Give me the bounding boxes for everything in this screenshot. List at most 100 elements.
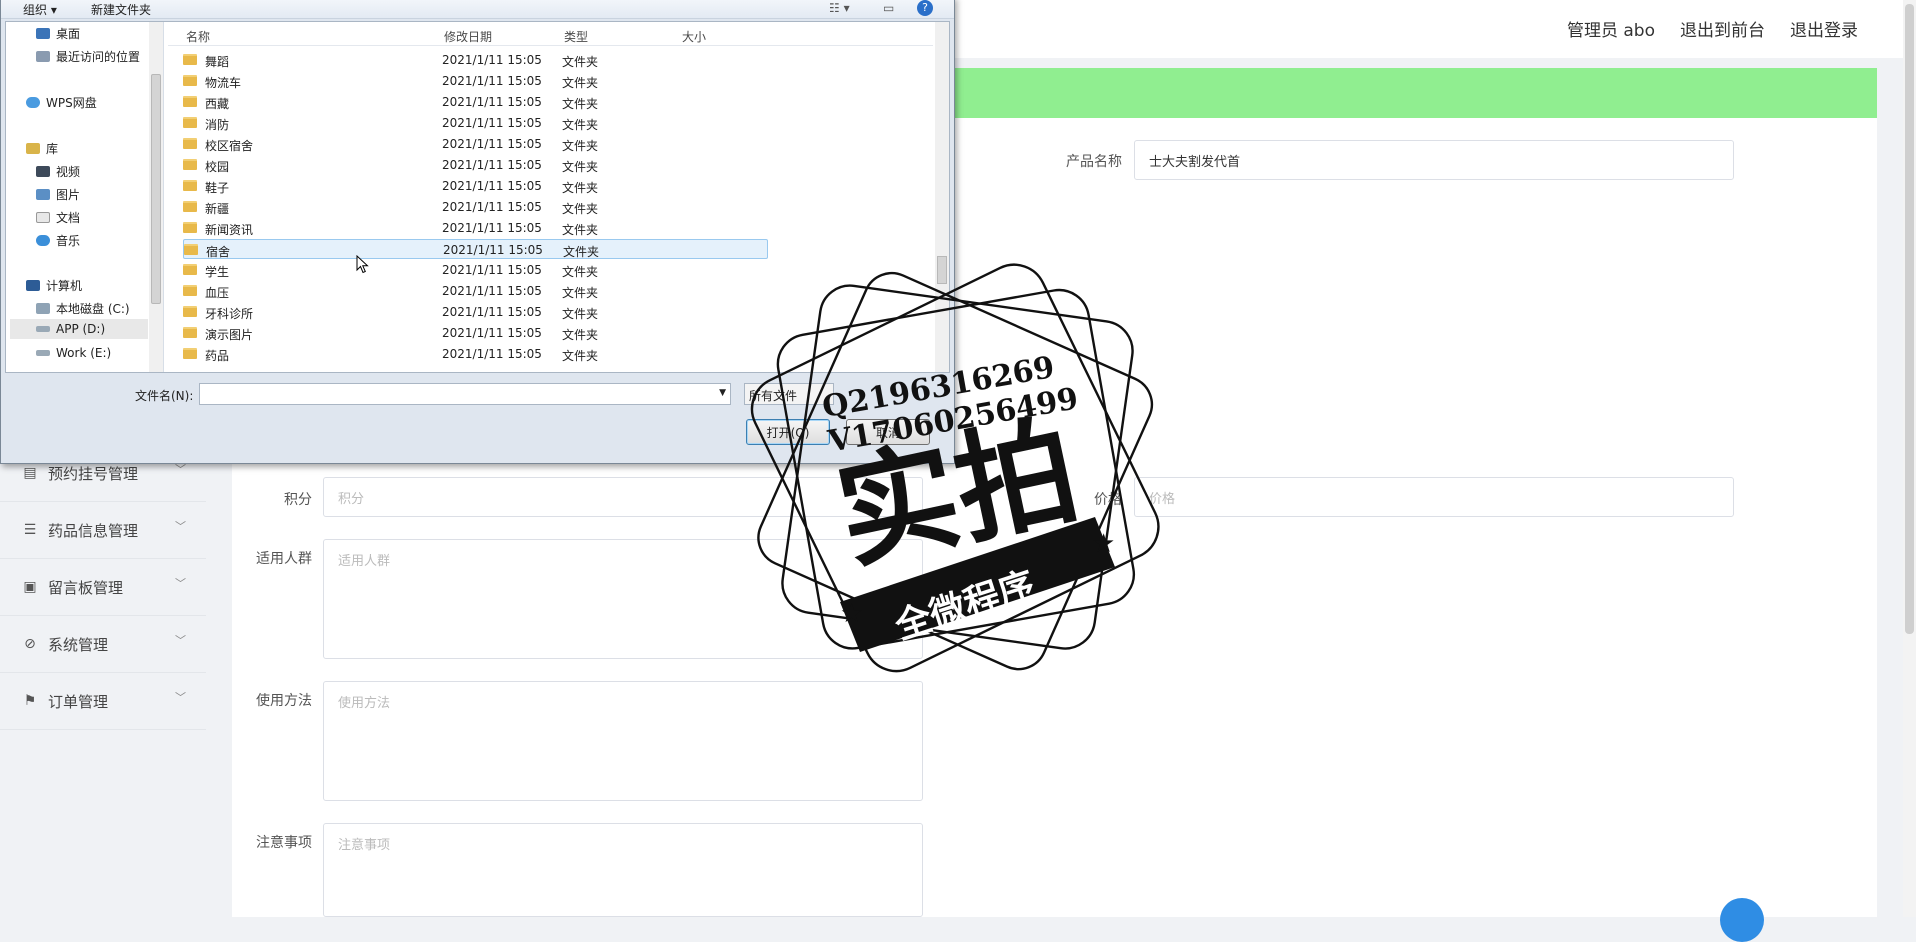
back-to-frontend-link[interactable]: 退出到前台 (1680, 16, 1765, 41)
price-input[interactable]: 价格 (1134, 477, 1734, 517)
dropdown-arrow-icon[interactable]: ▼ (719, 388, 726, 398)
nav-label: APP (D:) (56, 322, 106, 336)
file-row[interactable]: 西藏 2021/1/11 15:05 文件夹 (183, 92, 768, 112)
nav-label: 桌面 (56, 27, 81, 41)
list-icon: ☰ (23, 522, 37, 538)
organize-button[interactable]: 组织 ▾ (23, 1, 57, 18)
nav-documents[interactable]: 文档 (36, 209, 80, 226)
column-name[interactable]: 名称 (186, 28, 210, 45)
nav-libraries[interactable]: 库 (26, 140, 58, 157)
nav-computer[interactable]: 计算机 (26, 277, 82, 294)
file-row[interactable]: 宿舍 2021/1/11 15:05 文件夹 (183, 239, 768, 259)
nav-drive-c[interactable]: 本地磁盘 (C:) (36, 300, 130, 317)
nav-drive-e[interactable]: Work (E:) (36, 346, 111, 360)
file-row[interactable]: 鞋子 2021/1/11 15:05 文件夹 (183, 176, 768, 196)
usage-textarea[interactable]: 使用方法 (323, 681, 923, 801)
nav-label: WPS网盘 (46, 96, 97, 110)
column-size[interactable]: 大小 (682, 28, 706, 45)
nav-recent[interactable]: 最近访问的位置 (36, 48, 140, 65)
folder-icon (183, 348, 197, 359)
new-folder-button[interactable]: 新建文件夹 (91, 1, 151, 18)
sidebar-item-label: 留言板管理 (48, 578, 124, 597)
header-links: 管理员 abo 退出到前台 退出登录 (1567, 16, 1858, 41)
product-name-input[interactable]: 士大夫割发代首 (1134, 140, 1734, 180)
audience-placeholder: 适用人群 (338, 554, 391, 569)
file-date: 2021/1/11 15:05 (442, 137, 542, 151)
sidebar-item-medicine[interactable]: ☰ 药品信息管理 ﹀ (0, 502, 206, 559)
filetype-select[interactable]: 所有文件 (744, 383, 834, 405)
price-placeholder: 价格 (1149, 491, 1176, 507)
float-action-button[interactable] (1720, 898, 1764, 942)
file-name: 新疆 (205, 202, 230, 216)
nav-videos[interactable]: 视频 (36, 163, 80, 180)
file-row[interactable]: 药品 2021/1/11 15:05 文件夹 (183, 344, 768, 364)
file-row[interactable]: 校园 2021/1/11 15:05 文件夹 (183, 155, 768, 175)
navigation-pane: 桌面 最近访问的位置 WPS网盘 库 视频 图片 文档 音乐 计算机 本地磁盘 … (6, 22, 164, 372)
file-type: 文件夹 (562, 328, 599, 342)
page-scrollbar[interactable] (1903, 0, 1916, 917)
folder-icon (183, 306, 197, 317)
sidebar-item-system[interactable]: ⊘ 系统管理 ﹀ (0, 616, 206, 673)
file-row[interactable]: 血压 2021/1/11 15:05 文件夹 (183, 281, 768, 301)
column-type[interactable]: 类型 (564, 28, 588, 45)
dialog-body: 桌面 最近访问的位置 WPS网盘 库 视频 图片 文档 音乐 计算机 本地磁盘 … (5, 21, 950, 373)
sidebar-item-messages[interactable]: ▣ 留言板管理 ﹀ (0, 559, 206, 616)
folder-icon (183, 159, 197, 170)
file-name: 舞蹈 (205, 55, 230, 69)
column-date[interactable]: 修改日期 (444, 28, 492, 45)
dialog-toolbar: 组织 ▾ 新建文件夹 ☷ ▾ ▭ ? (1, 0, 954, 19)
audience-textarea[interactable]: 适用人群 (323, 539, 923, 659)
usage-placeholder: 使用方法 (338, 696, 391, 711)
admin-user-link[interactable]: 管理员 abo (1567, 16, 1655, 41)
file-row[interactable]: 新闻资讯 2021/1/11 15:05 文件夹 (183, 218, 768, 238)
drive-icon (36, 303, 50, 314)
nav-label: 计算机 (46, 279, 83, 293)
nav-desktop[interactable]: 桌面 (36, 25, 80, 42)
drive-icon (36, 326, 50, 332)
view-options-icon[interactable]: ☷ ▾ (829, 1, 850, 15)
file-name: 药品 (205, 349, 230, 363)
file-list-scrollbar-thumb[interactable] (937, 256, 947, 284)
file-list-scrollbar[interactable] (935, 22, 949, 372)
file-date: 2021/1/11 15:05 (442, 53, 542, 67)
folder-icon (184, 244, 198, 255)
file-row[interactable]: 校区宿舍 2021/1/11 15:05 文件夹 (183, 134, 768, 154)
file-row[interactable]: 舞蹈 2021/1/11 15:05 文件夹 (183, 50, 768, 70)
file-date: 2021/1/11 15:05 (442, 326, 542, 340)
file-row[interactable]: 物流车 2021/1/11 15:05 文件夹 (183, 71, 768, 91)
nav-wps-cloud[interactable]: WPS网盘 (26, 94, 97, 111)
sidebar-item-label: 预约挂号管理 (48, 464, 139, 483)
file-row[interactable]: 演示图片 2021/1/11 15:05 文件夹 (183, 323, 768, 343)
file-date: 2021/1/11 15:05 (442, 179, 542, 193)
drive-icon (36, 350, 50, 356)
calendar-icon: ▤ (23, 465, 37, 481)
file-name: 牙科诊所 (205, 307, 254, 321)
file-type: 文件夹 (562, 160, 599, 174)
cancel-button[interactable]: 取消 (846, 419, 930, 445)
nav-music[interactable]: 音乐 (36, 232, 80, 249)
filename-input[interactable]: ▼ (199, 383, 731, 405)
nav-pictures[interactable]: 图片 (36, 186, 80, 203)
product-name-value: 士大夫割发代首 (1149, 154, 1241, 170)
help-icon[interactable]: ? (917, 0, 933, 16)
file-date: 2021/1/11 15:05 (443, 243, 543, 257)
sidebar-item-orders[interactable]: ⚑ 订单管理 ﹀ (0, 673, 206, 730)
file-row[interactable]: 消防 2021/1/11 15:05 文件夹 (183, 113, 768, 133)
nav-scrollbar-thumb[interactable] (151, 74, 161, 304)
file-row[interactable]: 学生 2021/1/11 15:05 文件夹 (183, 260, 768, 280)
video-icon (36, 166, 50, 177)
nav-scrollbar[interactable] (149, 22, 163, 372)
file-row[interactable]: 新疆 2021/1/11 15:05 文件夹 (183, 197, 768, 217)
price-label: 价格 (1094, 492, 1122, 508)
nav-drive-d[interactable]: APP (D:) (10, 319, 148, 339)
notes-textarea[interactable]: 注意事项 (323, 823, 923, 917)
points-input[interactable]: 积分 (323, 477, 923, 517)
logout-link[interactable]: 退出登录 (1790, 16, 1858, 41)
file-type: 文件夹 (562, 181, 599, 195)
open-button[interactable]: 打开(O) (746, 419, 830, 445)
file-date: 2021/1/11 15:05 (442, 200, 542, 214)
file-name: 物流车 (205, 76, 242, 90)
file-row[interactable]: 牙科诊所 2021/1/11 15:05 文件夹 (183, 302, 768, 322)
page-scrollbar-thumb[interactable] (1905, 4, 1914, 634)
preview-pane-icon[interactable]: ▭ (883, 1, 894, 15)
